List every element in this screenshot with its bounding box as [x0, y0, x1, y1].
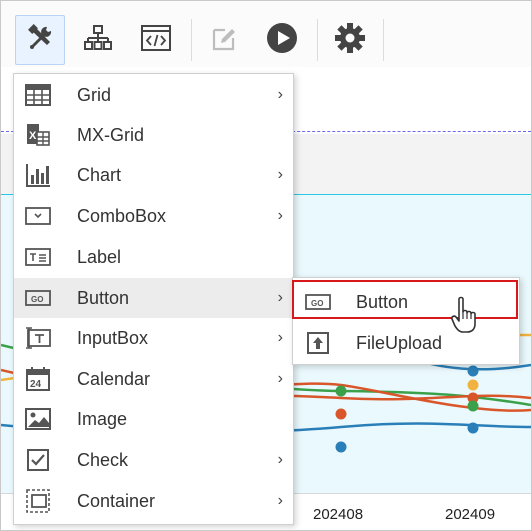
button-icon: GO	[24, 284, 52, 312]
menu-item-label: Check	[77, 449, 129, 470]
submenu-arrow-icon: ›	[277, 86, 283, 103]
play-button[interactable]	[257, 15, 307, 65]
toolbar	[1, 1, 531, 67]
image-icon	[24, 405, 52, 433]
grid-icon	[24, 81, 52, 109]
gear-icon	[334, 22, 366, 59]
check-icon	[24, 446, 52, 474]
menu-item-label: Image	[77, 408, 128, 429]
tools-button[interactable]	[15, 15, 65, 65]
container-icon	[24, 487, 52, 515]
menu-item-grid[interactable]: Grid ›	[14, 75, 293, 115]
edit-icon	[209, 23, 239, 58]
toolbar-divider	[383, 19, 384, 61]
svg-text:GO: GO	[31, 295, 43, 304]
menu-item-label: Grid	[77, 84, 112, 105]
submenu-item-fileupload[interactable]: FileUpload	[293, 322, 519, 364]
menu-item-combobox[interactable]: ComboBox ›	[14, 196, 293, 236]
submenu-arrow-icon: ›	[277, 451, 283, 468]
mx-grid-icon: X	[24, 121, 52, 149]
x-axis-label: 202408	[313, 506, 364, 523]
chart-icon	[24, 161, 52, 189]
submenu-arrow-icon: ›	[277, 207, 283, 224]
menu-item-check[interactable]: Check ›	[14, 440, 293, 480]
tools-icon	[25, 23, 55, 58]
hand-cursor-icon	[450, 296, 480, 341]
calendar-icon: 24	[24, 365, 52, 393]
hierarchy-button[interactable]	[73, 15, 123, 65]
menu-item-button[interactable]: GO Button ›	[14, 278, 293, 318]
submenu-arrow-icon: ›	[277, 329, 283, 346]
upload-icon	[305, 330, 331, 356]
menu-item-label: Label	[77, 246, 122, 267]
menu-item-label: Chart	[77, 164, 122, 185]
code-icon	[140, 23, 172, 58]
combobox-icon	[24, 202, 52, 230]
inputbox-icon	[24, 324, 52, 352]
settings-button[interactable]	[325, 15, 375, 65]
toolbar-divider	[191, 19, 192, 61]
svg-text:24: 24	[30, 379, 42, 390]
submenu-arrow-icon: ›	[277, 289, 283, 306]
menu-item-inputbox[interactable]: InputBox ›	[14, 318, 293, 358]
component-menu: Grid › X MX-Grid Chart › ComboBox › Labe…	[13, 73, 294, 525]
label-icon	[24, 243, 52, 271]
menu-item-label: Button	[77, 287, 130, 308]
menu-item-calendar[interactable]: 24 Calendar ›	[14, 359, 293, 399]
menu-item-label: Calendar	[77, 368, 151, 389]
menu-item-container[interactable]: Container ›	[14, 481, 293, 521]
svg-text:X: X	[29, 130, 37, 142]
selection-highlight	[292, 280, 518, 319]
menu-item-label: ComboBox	[77, 205, 167, 226]
x-axis-label: 202409	[445, 506, 496, 523]
menu-item-label: MX-Grid	[77, 124, 144, 145]
submenu-arrow-icon: ›	[277, 492, 283, 509]
hierarchy-icon	[83, 23, 113, 58]
submenu-arrow-icon: ›	[277, 370, 283, 387]
app-window: 202408 202409 Grid › X MX-Grid Chart › C…	[0, 0, 532, 531]
submenu-arrow-icon: ›	[277, 166, 283, 183]
edit-button[interactable]	[199, 15, 249, 65]
toolbar-divider	[317, 19, 318, 61]
play-icon	[266, 22, 298, 59]
code-button[interactable]	[131, 15, 181, 65]
menu-item-label: Container	[77, 490, 156, 511]
menu-item-chart[interactable]: Chart ›	[14, 155, 293, 195]
menu-item-mx-grid[interactable]: X MX-Grid	[14, 115, 293, 155]
menu-item-label-component[interactable]: Label	[14, 237, 293, 277]
submenu-item-label: FileUpload	[356, 332, 443, 353]
menu-item-image[interactable]: Image	[14, 399, 293, 439]
menu-item-label: InputBox	[77, 327, 149, 348]
